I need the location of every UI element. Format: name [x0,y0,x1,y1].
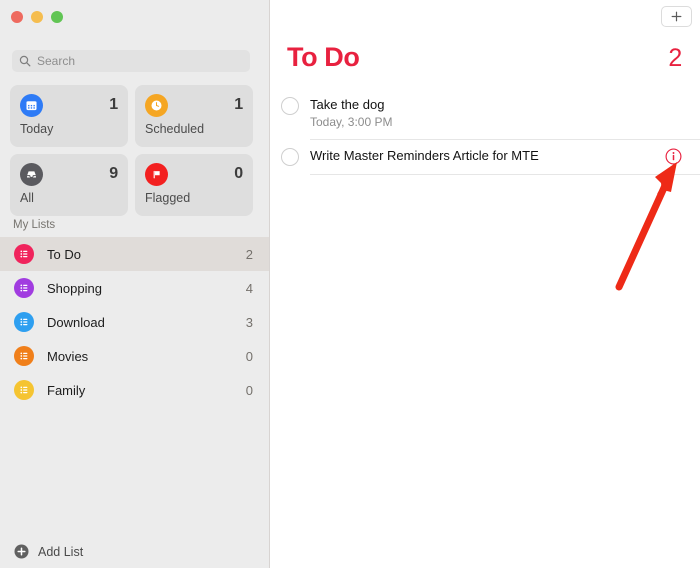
add-list-label: Add List [38,544,84,559]
reminder-title: Write Master Reminders Article for MTE [310,148,539,163]
reminder-checkbox[interactable] [281,97,299,115]
info-icon[interactable] [665,148,682,165]
smart-list-card-today[interactable]: 1 Today [10,85,128,147]
minimize-button[interactable] [31,11,43,23]
reminder-checkbox[interactable] [281,148,299,166]
card-label: Today [20,122,54,136]
reminder-body: Write Master Reminders Article for MTE [310,147,665,164]
inbox-icon [20,162,43,186]
sidebar-item-label: Family [47,382,86,398]
sidebar: 1 Today 1 Scheduled [0,0,270,568]
reminder-count: 2 [668,44,682,72]
my-lists-section-title: My Lists [13,219,56,231]
reminders-list: Take the dog Today, 3:00 PM Write Master… [270,88,700,175]
plus-circle-icon [14,544,29,559]
list-bullet-icon [14,312,34,332]
reminder-row[interactable]: Write Master Reminders Article for MTE [270,139,700,175]
reminders-app-window: 1 Today 1 Scheduled [0,0,700,568]
card-top-row: 1 [145,93,243,117]
card-label: All [20,191,34,205]
sidebar-item-label: Shopping [47,280,102,296]
calendar-icon [20,93,43,117]
sidebar-item-shopping[interactable]: Shopping 4 [0,271,269,305]
reminder-body: Take the dog Today, 3:00 PM [310,96,682,130]
search-input[interactable] [37,54,243,68]
content-header: To Do 2 [287,42,682,73]
sidebar-item-count: 3 [245,314,253,330]
card-count: 0 [234,165,243,182]
content-area: To Do 2 Take the dog Today, 3:00 PM Writ… [270,0,700,568]
sidebar-item-count: 0 [245,382,253,398]
clock-icon [145,93,168,117]
sidebar-item-count: 2 [245,246,253,262]
card-count: 1 [109,96,118,113]
maximize-button[interactable] [51,11,63,23]
search-icon [19,55,31,67]
my-lists: To Do 2 Shopping 4 Download 3 Movies 0 F… [0,237,269,407]
list-bullet-icon [14,278,34,298]
smart-list-card-scheduled[interactable]: 1 Scheduled [135,85,253,147]
plus-icon [670,10,683,23]
sidebar-item-count: 4 [245,280,253,296]
smart-lists-grid: 1 Today 1 Scheduled 9 All 0 Flagged [10,85,253,216]
reminder-due-date: Today, 3:00 PM [310,115,393,129]
close-button[interactable] [11,11,23,23]
sidebar-item-download[interactable]: Download 3 [0,305,269,339]
sidebar-item-movies[interactable]: Movies 0 [0,339,269,373]
card-top-row: 9 [20,162,118,186]
flag-icon [145,162,168,186]
search-field[interactable] [12,50,250,72]
window-traffic-lights [11,11,63,23]
sidebar-item-label: Download [47,314,105,330]
card-count: 9 [109,165,118,182]
list-bullet-icon [14,244,34,264]
card-label: Flagged [145,191,191,205]
reminder-row[interactable]: Take the dog Today, 3:00 PM [270,88,700,139]
smart-list-card-flagged[interactable]: 0 Flagged [135,154,253,216]
sidebar-item-family[interactable]: Family 0 [0,373,269,407]
list-bullet-icon [14,346,34,366]
sidebar-item-label: Movies [47,348,89,364]
page-title: To Do [287,42,360,72]
reminder-title: Take the dog [310,97,385,112]
card-label: Scheduled [145,122,205,136]
card-top-row: 0 [145,162,243,186]
sidebar-item-label: To Do [47,246,81,262]
add-list-button[interactable]: Add List [14,544,83,559]
sidebar-item-count: 0 [245,348,253,364]
card-top-row: 1 [20,93,118,117]
list-bullet-icon [14,380,34,400]
add-reminder-button[interactable] [661,6,692,27]
card-count: 1 [234,96,243,113]
sidebar-item-to-do[interactable]: To Do 2 [0,237,269,271]
smart-list-card-all[interactable]: 9 All [10,154,128,216]
